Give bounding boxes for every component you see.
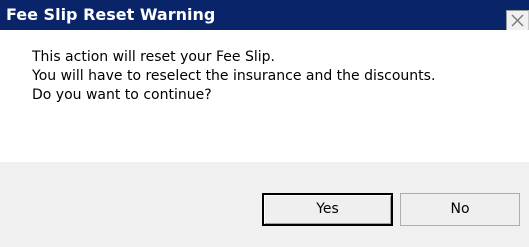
button-bar: Yes No — [0, 162, 529, 247]
message-line-reset: This action will reset your Fee Slip. — [32, 49, 275, 65]
window-title: Fee Slip Reset Warning — [6, 5, 216, 24]
no-button[interactable]: No — [400, 193, 520, 226]
fee-slip-reset-dialog: Fee Slip Reset Warning This action will … — [0, 0, 529, 247]
message-line-confirm: Do you want to continue? — [32, 87, 212, 103]
message-line-reselect: You will have to reselect the insurance … — [32, 68, 436, 84]
yes-button[interactable]: Yes — [262, 193, 393, 226]
close-icon — [511, 14, 524, 27]
titlebar: Fee Slip Reset Warning — [0, 0, 529, 32]
warning-message: This action will reset your Fee Slip. Yo… — [32, 48, 435, 105]
close-button[interactable] — [506, 10, 529, 32]
